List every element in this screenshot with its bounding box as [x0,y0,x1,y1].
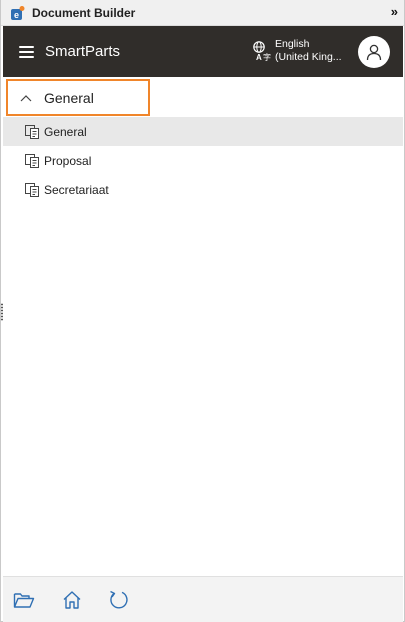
smartpart-icon [25,153,39,168]
svg-text:e: e [14,10,19,20]
home-icon[interactable] [61,589,83,611]
smartpart-icon [25,124,39,139]
smartparts-list: General Proposal Secretariaat [3,117,403,204]
language-region: (United King... [275,51,342,63]
section-label: General [44,89,94,106]
language-name: English [275,38,310,50]
language-selector[interactable]: A 字 English (United King... [252,38,342,64]
list-item-label: General [44,124,87,139]
resize-grip[interactable] [1,303,3,321]
double-chevron-right-icon[interactable]: » [391,4,398,20]
section-general-toggle[interactable]: General [6,79,150,116]
footer-toolbar [3,576,403,622]
list-item-secretariaat[interactable]: Secretariaat [3,175,403,204]
user-icon [366,44,382,61]
title-bar: e Document Builder » [1,0,404,26]
refresh-icon[interactable] [108,589,130,611]
svg-text:字: 字 [263,52,271,62]
window-title: Document Builder [32,5,136,20]
hamburger-menu-icon[interactable] [19,45,34,58]
list-item-label: Secretariaat [44,182,109,197]
open-folder-icon[interactable] [13,589,35,611]
page-title: SmartParts [45,43,121,60]
app-header: SmartParts A 字 English (United King... [3,26,403,77]
document-builder-window: e Document Builder » SmartParts A 字 Engl… [0,0,405,622]
list-item-label: Proposal [44,153,92,168]
list-item-general[interactable]: General [3,117,403,146]
app-logo-icon: e [10,5,26,21]
chevron-up-icon [20,94,32,101]
user-avatar[interactable] [358,36,390,68]
translate-icon: A 字 [252,40,272,62]
smartpart-icon [25,182,39,197]
svg-text:A: A [256,53,262,62]
list-item-proposal[interactable]: Proposal [3,146,403,175]
